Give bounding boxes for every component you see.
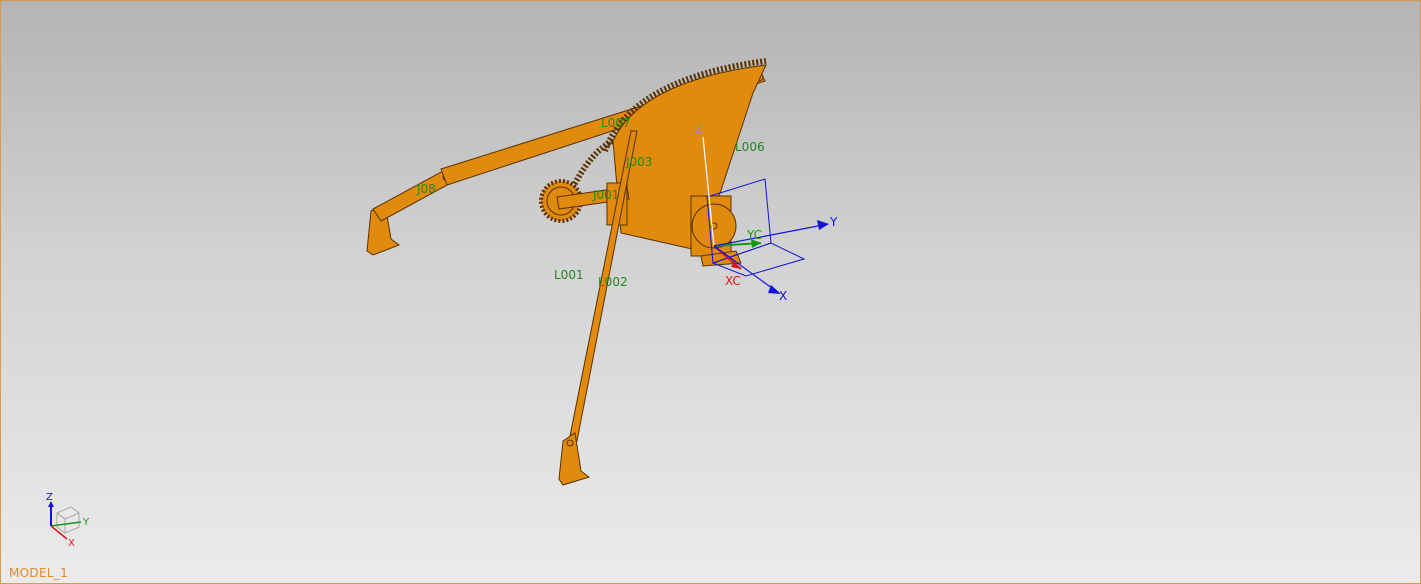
label-link-l002[interactable]: L002 [598, 275, 628, 289]
gear-sector[interactable] [568, 58, 767, 267]
graphics-viewport[interactable]: L001 L002 L007 L006 J003 J08 J001 Z Y X … [0, 0, 1421, 584]
z-axis-label: Z [695, 123, 703, 136]
triad-z-label: Z [46, 492, 53, 503]
y-axis-label: Y [829, 215, 838, 229]
triad-y-label: Y [82, 517, 90, 528]
label-link-l007[interactable]: L007 [601, 116, 631, 130]
label-joint-j001[interactable]: J001 [592, 188, 619, 202]
bottom-bracket[interactable] [558, 432, 591, 486]
triad-x-label: X [68, 538, 75, 549]
label-link-l001[interactable]: L001 [554, 268, 584, 282]
model-name-label: MODEL_1 [9, 566, 69, 580]
model-scene[interactable]: L001 L002 L007 L006 J003 J08 J001 Z Y X … [1, 1, 1421, 584]
triad-cube-icon [56, 506, 80, 534]
x-axis-line [713, 245, 777, 292]
label-joint-j003[interactable]: J003 [625, 155, 652, 169]
label-joint-j08[interactable]: J08 [416, 182, 436, 196]
view-triad[interactable]: Z Y X [46, 492, 90, 549]
x-axis-label: X [779, 289, 787, 303]
yc-axis-label: YC [746, 228, 762, 242]
y-arrow-icon [817, 220, 829, 230]
label-link-l006[interactable]: L006 [735, 140, 765, 154]
xc-axis-label: XC [725, 274, 741, 288]
left-link[interactable] [372, 170, 452, 222]
